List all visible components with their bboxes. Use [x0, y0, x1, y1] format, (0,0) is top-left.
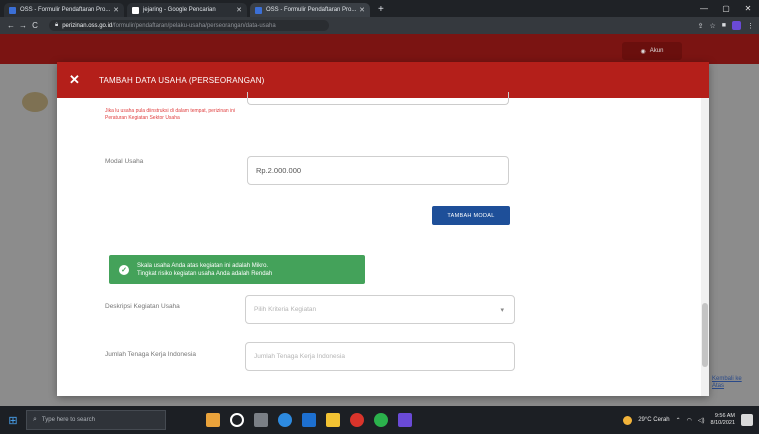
maximize-icon[interactable]: ▢: [715, 4, 737, 13]
browser-tab-3[interactable]: OSS - Formulir Pendaftaran Pro... ✕: [250, 3, 370, 17]
app-icon[interactable]: [206, 413, 220, 427]
add-capital-button[interactable]: TAMBAH MODAL: [432, 206, 510, 225]
account-button-label: Akun: [649, 48, 664, 54]
network-icon[interactable]: ◠: [687, 417, 692, 424]
tenaga-kerja-placeholder: Jumlah Tenaga Kerja Indonesia: [254, 353, 345, 360]
taskbar-search-placeholder: Type here to search: [41, 417, 95, 423]
weather-icon: [623, 415, 633, 425]
menu-dots-icon[interactable]: ⋮: [747, 22, 754, 30]
app-icon[interactable]: [230, 413, 244, 427]
tray-chevron-icon[interactable]: ⌃: [676, 417, 681, 424]
extension-icon[interactable]: ■: [722, 22, 726, 29]
new-tab-button[interactable]: +: [373, 3, 389, 17]
taskbar-apps: [206, 413, 412, 427]
task-view-icon[interactable]: [254, 413, 268, 427]
address-bar[interactable]: 🔒︎ perizinan.oss.go.id /formulir/pendaft…: [49, 20, 329, 31]
app-icon[interactable]: [398, 413, 412, 427]
close-window-icon[interactable]: ✕: [737, 4, 759, 13]
edge-icon[interactable]: [278, 413, 292, 427]
app-icon[interactable]: [350, 413, 364, 427]
clock[interactable]: 9:56 AM 8/10/2021: [711, 413, 735, 427]
star-icon[interactable]: ☆: [709, 22, 715, 30]
browser-tab-1[interactable]: OSS - Formulir Pendaftaran Pro... ✕: [4, 3, 124, 17]
success-alert: ✓ Skala usaha Anda atas kegiatan ini ada…: [109, 255, 365, 284]
page-header: ◉ Akun: [0, 34, 759, 64]
validation-warning: Jika lu usaha pula diinstruksi di dalam …: [105, 108, 236, 121]
windows-start-icon[interactable]: ⊞: [0, 406, 26, 434]
check-circle-icon: ✓: [119, 264, 129, 275]
back-to-top-link[interactable]: Kembali ke Atas: [712, 376, 752, 390]
windows-taskbar: ⊞ ⌕ Type here to search 29°C Cerah ⌃ ◠ ◁…: [0, 406, 759, 434]
close-tab-icon[interactable]: ✕: [236, 6, 242, 14]
modal-title: TAMBAH DATA USAHA (PERSEORANGAN): [99, 75, 265, 85]
tab-title: OSS - Formulir Pendaftaran Pro...: [266, 7, 357, 13]
minimize-icon[interactable]: —: [693, 4, 715, 13]
oss-favicon-icon: [9, 6, 16, 14]
forward-arrow-icon[interactable]: →: [17, 21, 29, 30]
volume-icon[interactable]: ◁): [698, 417, 705, 424]
back-arrow-icon[interactable]: ←: [5, 21, 17, 30]
address-toolbar: ← → C 🔒︎ perizinan.oss.go.id /formulir/p…: [0, 17, 759, 34]
browser-extensions: ⇪ ☆ ■ ⋮: [698, 21, 754, 30]
tab-title: OSS - Formulir Pendaftaran Pro...: [20, 7, 111, 13]
folder-icon[interactable]: [326, 413, 340, 427]
clock-date: 8/10/2021: [710, 420, 735, 426]
google-favicon-icon: [132, 6, 139, 14]
address-domain: perizinan.oss.go.id: [62, 22, 113, 29]
tab-title: jejaring - Google Pencarian: [143, 7, 216, 13]
deskripsi-kegiatan-label: Deskripsi Kegiatan Usaha: [105, 303, 180, 310]
address-path: /formulir/pendaftaran/pelaku-usaha/perse…: [112, 22, 276, 29]
scrollbar-thumb[interactable]: [702, 303, 708, 367]
user-icon: ◉: [640, 48, 646, 55]
share-icon[interactable]: ⇪: [698, 22, 704, 30]
deskripsi-kegiatan-placeholder: Pilih Kriteria Kegiatan: [254, 306, 317, 313]
garuda-logo: [22, 92, 48, 112]
alert-line-2: Tingkat risiko kegiatan usaha Anda adala…: [137, 270, 273, 277]
tenaga-kerja-label: Jumlah Tenaga Kerja Indonesia: [105, 351, 196, 358]
chevron-down-icon: ▾: [500, 307, 504, 314]
modal-scrollbar[interactable]: [701, 98, 709, 396]
previous-field-input[interactable]: [247, 92, 509, 105]
taskbar-search[interactable]: ⌕ Type here to search: [26, 410, 166, 430]
app-icon[interactable]: [302, 413, 316, 427]
search-icon: ⌕: [33, 416, 37, 423]
close-tab-icon[interactable]: ✕: [113, 6, 119, 14]
tenaga-kerja-input[interactable]: Jumlah Tenaga Kerja Indonesia: [245, 342, 515, 371]
lock-icon: 🔒︎: [55, 22, 59, 28]
close-tab-icon[interactable]: ✕: [359, 6, 365, 14]
weather-text[interactable]: 29°C Cerah: [638, 417, 669, 423]
account-button[interactable]: ◉ Akun: [622, 42, 682, 60]
clock-time: 9:56 AM: [714, 413, 735, 419]
reload-icon[interactable]: C: [29, 21, 41, 30]
close-icon[interactable]: ✕: [69, 72, 85, 88]
deskripsi-kegiatan-select[interactable]: Pilih Kriteria Kegiatan ▾: [245, 295, 515, 324]
system-tray: 29°C Cerah ⌃ ◠ ◁) 9:56 AM 8/10/2021: [623, 413, 759, 427]
alert-line-1: Skala usaha Anda atas kegiatan ini adala…: [137, 262, 269, 269]
browser-tab-2[interactable]: jejaring - Google Pencarian ✕: [127, 3, 247, 17]
alert-message: Skala usaha Anda atas kegiatan ini adala…: [137, 262, 272, 278]
profile-extension-icon[interactable]: [732, 21, 741, 30]
add-business-data-modal: ✕ TAMBAH DATA USAHA (PERSEORANGAN) Jika …: [57, 62, 709, 396]
oss-favicon-icon: [255, 6, 262, 14]
modal-usaha-label: Modal Usaha: [105, 158, 144, 165]
modal-usaha-input[interactable]: Rp.2.000.000: [247, 156, 509, 185]
browser-tab-bar: OSS - Formulir Pendaftaran Pro... ✕ jeja…: [0, 0, 759, 17]
window-controls: — ▢ ✕: [693, 0, 759, 17]
notification-icon[interactable]: [741, 414, 753, 426]
chrome-icon[interactable]: [374, 413, 388, 427]
